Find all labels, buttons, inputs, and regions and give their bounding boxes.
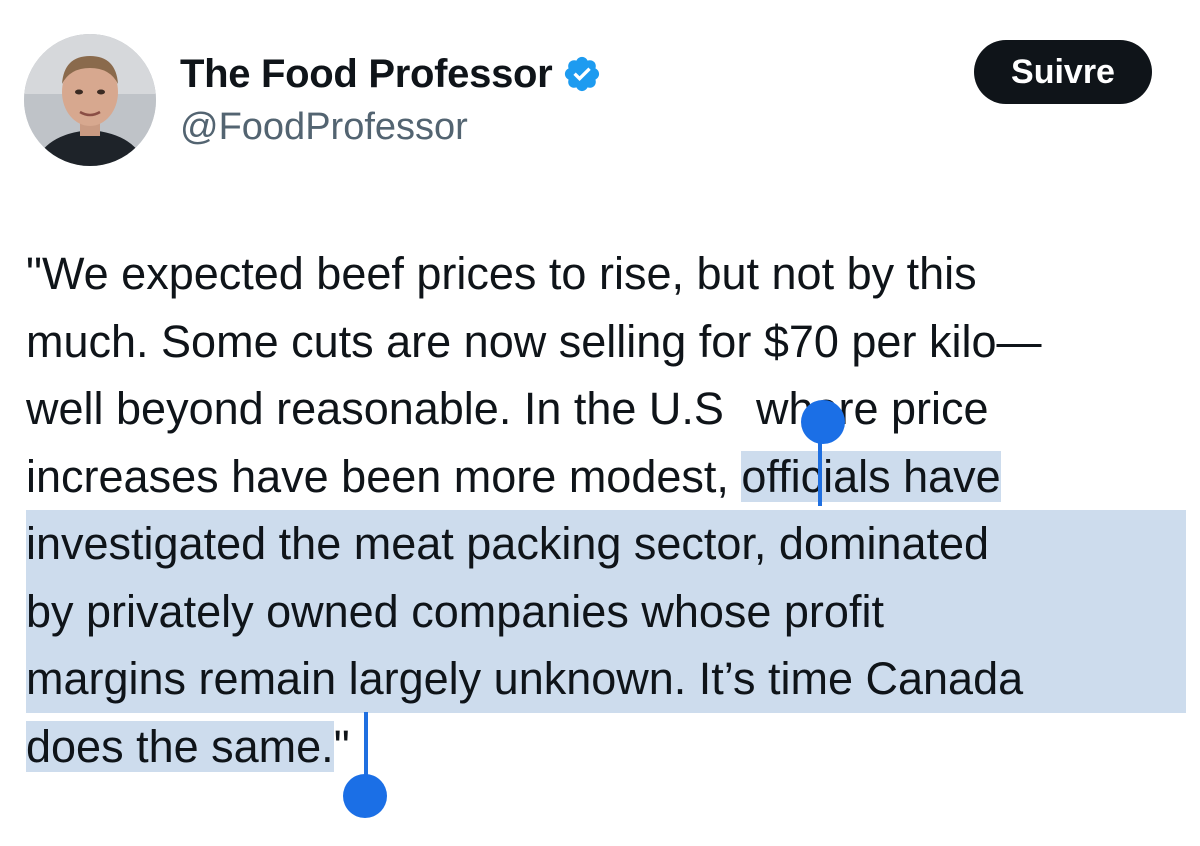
tweet-text: "We expected beef prices to rise, but no…	[26, 240, 1186, 780]
tweet-line-part: well beyond reasonable. In the U.S	[26, 383, 724, 434]
tweet-line-part: where price	[755, 383, 989, 434]
author-handle[interactable]: @FoodProfessor	[180, 106, 468, 149]
selected-text[interactable]: by privately owned companies whose profi…	[26, 577, 1186, 645]
author-display-name[interactable]: The Food Professor	[180, 52, 553, 97]
tweet-line: does the same."	[26, 713, 1186, 781]
author-name-row: The Food Professor	[180, 48, 602, 100]
selection-start-handle[interactable]	[801, 400, 845, 444]
selection-end-handle[interactable]	[343, 774, 387, 818]
author-avatar[interactable]	[24, 34, 156, 166]
selected-text[interactable]: officials have	[741, 450, 1001, 502]
tweet-line: "We expected beef prices to rise, but no…	[26, 248, 977, 299]
selected-text[interactable]: investigated the meat packing sector, do…	[26, 510, 1186, 578]
selected-text[interactable]: does the same.	[26, 720, 334, 772]
tweet-line-part: "	[333, 720, 350, 772]
tweet-line: well beyond reasonable. In the U.S where …	[26, 375, 1186, 443]
tweet-line: much. Some cuts are now selling for $70 …	[26, 315, 1042, 367]
tweet-line-part: increases have been more modest,	[26, 450, 742, 502]
tweet-header: The Food Professor @FoodProfessor Suivre	[0, 0, 1200, 180]
follow-button[interactable]: Suivre	[974, 40, 1152, 104]
selected-text[interactable]: margins remain largely unknown. It’s tim…	[26, 645, 1186, 713]
tweet-line: increases have been more modest, officia…	[26, 443, 1186, 511]
avatar-image	[24, 34, 156, 166]
verified-badge-icon	[565, 56, 600, 92]
